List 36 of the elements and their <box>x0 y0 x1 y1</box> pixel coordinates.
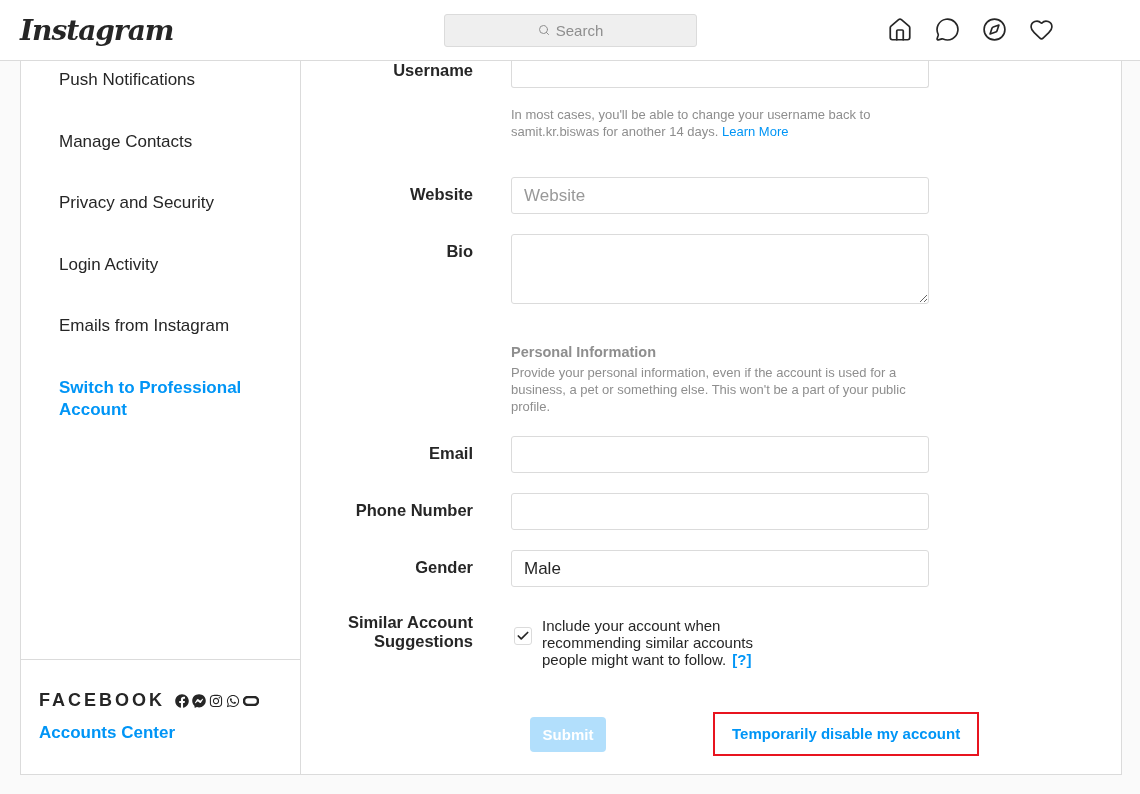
sidebar-item[interactable]: Privacy and Security <box>59 192 269 254</box>
checkbox-label: Include your account when recommending similar accounts people might want to follow. [?] <box>542 617 754 668</box>
compass-icon[interactable] <box>982 17 1007 42</box>
input-field[interactable] <box>511 493 929 530</box>
field-label: Website <box>409 184 473 205</box>
section-description: Provide your personal information, even if the account is used for a business, a pet or something else. This won't be a part of your public profile. <box>511 364 907 415</box>
field-label: Email <box>427 443 473 464</box>
bio-field[interactable] <box>511 234 929 304</box>
headset-icon <box>243 695 259 706</box>
heart-icon[interactable] <box>1029 17 1054 42</box>
camera-icon <box>209 693 223 708</box>
field-label: Gender <box>414 557 473 578</box>
field-label: Phone Number <box>354 500 473 521</box>
check-icon <box>516 629 530 643</box>
checkbox[interactable] <box>514 627 532 645</box>
sidebar-item[interactable]: Manage Contacts <box>59 130 269 192</box>
username-field[interactable] <box>511 61 929 88</box>
section-title: Personal Information <box>511 344 658 360</box>
sidebar-item[interactable]: Emails from Instagram <box>59 315 269 377</box>
field-label: Bio <box>445 241 473 262</box>
field-label: Similar Account Suggestions <box>347 612 473 652</box>
chat-bubble-icon[interactable] <box>935 17 960 42</box>
phone-bubble-icon <box>226 693 240 708</box>
facebook-wordmark: FACEBOOK <box>39 690 165 711</box>
facebook-icon <box>175 693 189 708</box>
messenger-icon <box>192 693 206 708</box>
search-icon <box>537 24 550 36</box>
instagram-logo[interactable]: Instagram <box>20 13 444 47</box>
username-hint: In most cases, you'll be able to change your username back to samit.kr.biswas for another 14 days. Learn More <box>511 106 872 140</box>
sidebar-item[interactable]: Login Activity <box>59 253 269 315</box>
field-label: Username <box>392 61 473 81</box>
sidebar-item[interactable]: Push Notifications <box>59 69 269 131</box>
input-field[interactable]: Website <box>511 177 929 214</box>
input-field[interactable]: Male <box>511 550 929 587</box>
home-icon[interactable] <box>887 17 913 43</box>
input-field[interactable] <box>511 436 929 473</box>
